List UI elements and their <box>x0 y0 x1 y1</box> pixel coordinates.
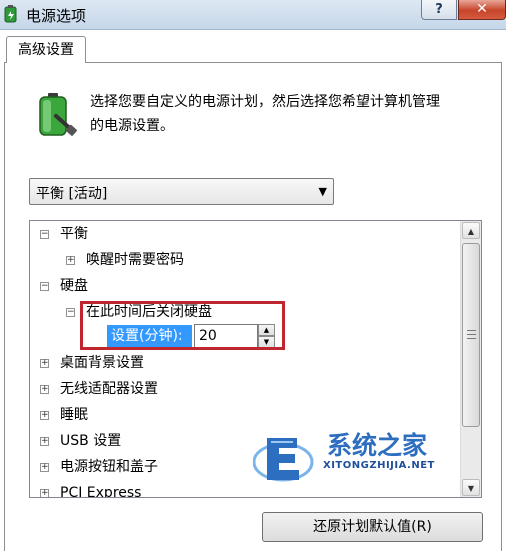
power-plan-value: 平衡 [活动] <box>36 186 108 202</box>
minutes-input[interactable] <box>194 324 258 348</box>
scrollbar-thumb[interactable] <box>462 243 480 427</box>
spin-down-icon[interactable]: ▼ <box>258 336 275 348</box>
setting-minutes-label: 设置(分钟): <box>107 325 192 347</box>
collapse-icon[interactable]: − <box>66 308 75 317</box>
restore-defaults-button[interactable]: 还原计划默认值(R) <box>262 512 483 542</box>
battery-plug-icon <box>39 93 77 136</box>
collapse-icon[interactable]: − <box>40 230 49 239</box>
expand-icon[interactable]: + <box>40 489 49 497</box>
expand-icon[interactable]: + <box>40 411 49 420</box>
power-options-icon <box>4 5 17 23</box>
grip-icon <box>467 330 476 339</box>
intro-text-line1: 选择您要自定义的电源计划，然后选择您希望计算机管理 <box>90 94 440 110</box>
spin-up-icon[interactable]: ▲ <box>258 324 275 336</box>
window-title: 电源选项 <box>26 7 87 25</box>
dropdown-arrow-icon: ▼ <box>318 185 327 198</box>
scroll-up-icon[interactable]: ▲ <box>462 222 480 239</box>
intro-text-line2: 的电源设置。 <box>90 118 174 134</box>
scroll-down-icon[interactable]: ▼ <box>462 479 480 496</box>
tab-advanced-settings[interactable]: 高级设置 <box>6 36 86 63</box>
help-button[interactable]: ? <box>421 0 457 20</box>
expand-icon[interactable]: + <box>40 437 49 446</box>
close-button[interactable]: ✕ <box>458 0 506 20</box>
power-plan-select[interactable]: 平衡 [活动] ▼ <box>29 178 334 205</box>
expand-icon[interactable]: + <box>40 359 49 368</box>
expand-icon[interactable]: + <box>66 256 75 265</box>
collapse-icon[interactable]: − <box>40 282 49 291</box>
tree-scrollbar[interactable]: ▲ ▼ <box>460 221 481 497</box>
power-settings-tree: − 平衡 + 唤醒时需要密码 − 硬盘 − 在此时间后关闭硬盘 + 桌面背景设置… <box>29 220 482 498</box>
expand-icon[interactable]: + <box>40 385 49 394</box>
expand-icon[interactable]: + <box>40 463 49 472</box>
